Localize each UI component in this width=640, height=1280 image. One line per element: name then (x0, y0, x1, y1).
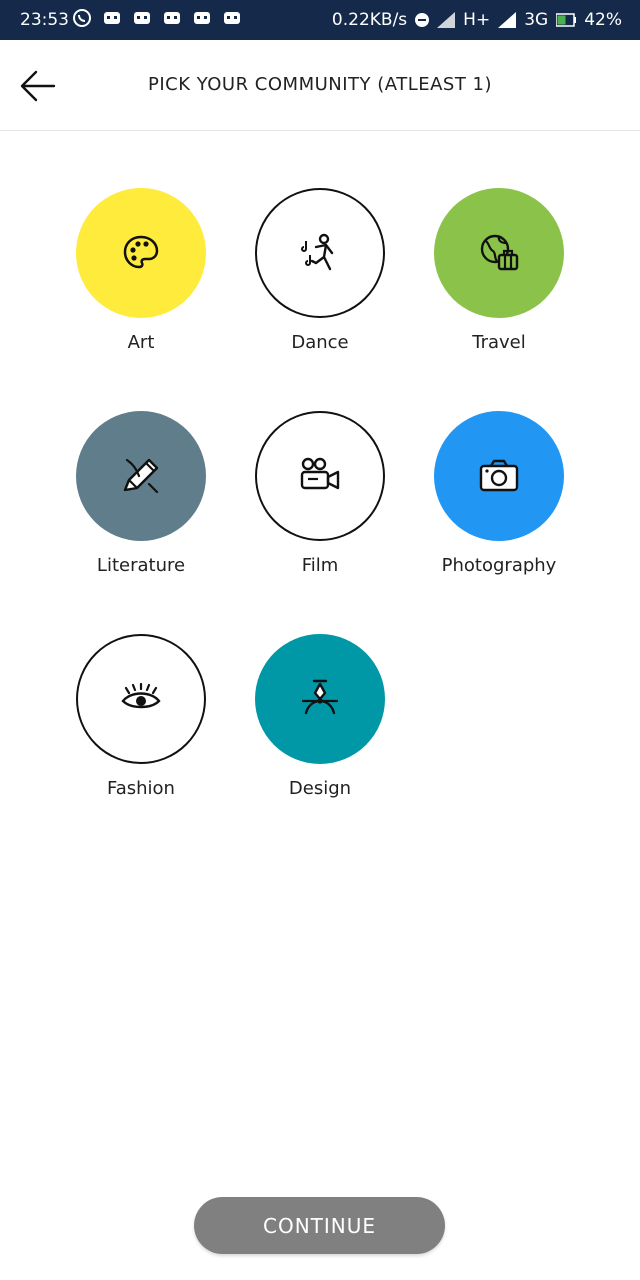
community-circle[interactable] (434, 411, 564, 541)
battery-icon (556, 13, 577, 27)
community-label: Film (301, 555, 339, 576)
whatsapp-icon (73, 9, 91, 27)
community-label: Literature (96, 555, 186, 576)
network-type: H+ (463, 10, 491, 30)
status-time: 23:53 (20, 10, 69, 30)
signal-icon (498, 12, 517, 28)
community-art[interactable]: Art (51, 188, 231, 353)
community-label: Photography (441, 555, 557, 576)
battery-level: 42% (584, 10, 622, 30)
community-dance[interactable]: Dance (230, 188, 410, 353)
eye-lashes-icon (121, 682, 161, 709)
community-circle[interactable] (255, 188, 385, 318)
community-circle[interactable] (76, 634, 206, 764)
chat-app-icon (224, 12, 240, 24)
header: PICK YOUR COMMUNITY (ATLEAST 1) (0, 40, 640, 131)
community-circle[interactable] (76, 188, 206, 318)
community-circle[interactable] (76, 411, 206, 541)
carrier-label: 3G (524, 10, 549, 30)
chat-app-icon (104, 12, 120, 24)
pen-tool-icon (302, 679, 338, 715)
community-design[interactable]: Design (230, 634, 410, 799)
status-bar: 23:53 0.22KB/s H+ 3G 42% (0, 0, 640, 40)
pen-feather-icon (123, 458, 159, 494)
community-film[interactable]: Film (230, 411, 410, 576)
camera-icon (479, 459, 519, 492)
community-photography[interactable]: Photography (409, 411, 589, 576)
page-title: PICK YOUR COMMUNITY (ATLEAST 1) (147, 74, 493, 95)
palette-icon (123, 235, 159, 269)
community-label: Travel (472, 332, 526, 353)
community-travel[interactable]: Travel (409, 188, 589, 353)
community-label: Art (127, 332, 155, 353)
notification-icons (72, 8, 242, 28)
status-right: 0.22KB/s H+ 3G 42% (332, 10, 622, 30)
do-not-disturb-icon (415, 13, 430, 27)
community-circle[interactable] (255, 411, 385, 541)
signal-icon (437, 12, 456, 28)
community-circle[interactable] (434, 188, 564, 318)
chat-app-icon (134, 12, 150, 24)
community-label: Design (288, 778, 352, 799)
community-fashion[interactable]: Fashion (51, 634, 231, 799)
community-literature[interactable]: Literature (51, 411, 231, 576)
continue-button[interactable]: CONTINUE (194, 1197, 445, 1254)
community-label: Fashion (107, 778, 175, 799)
video-camera-icon (300, 457, 340, 490)
chat-app-icon (164, 12, 180, 24)
community-label: Dance (291, 332, 349, 353)
globe-suitcase-icon (480, 234, 519, 271)
dancer-icon (301, 233, 334, 271)
chat-app-icon (194, 12, 210, 24)
community-circle[interactable] (255, 634, 385, 764)
network-speed: 0.22KB/s (331, 10, 408, 30)
